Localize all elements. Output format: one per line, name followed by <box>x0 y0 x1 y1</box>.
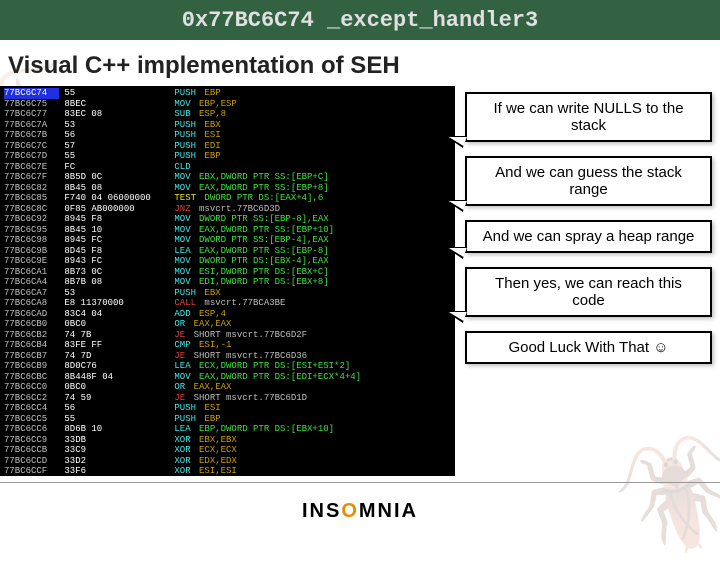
callout-3: And we can spray a heap range <box>465 220 712 253</box>
callout-pointer-icon <box>441 200 467 212</box>
callout-pointer-icon <box>441 247 467 259</box>
disasm-row: 77BC6CCF 33F6XOR ESI,ESI <box>4 466 451 476</box>
footer: INSOMNIA <box>0 482 720 540</box>
disasm-row: 77BC6C75 8BECMOV EBP,ESP <box>4 99 451 110</box>
callout-wrap: And we can spray a heap range <box>465 220 712 253</box>
disasm-row: 77BC6CA8 E8 11370000CALL msvcrt.77BCA3BE <box>4 298 451 309</box>
callout-wrap: Then yes, we can reach this code <box>465 267 712 317</box>
disasm-row: 77BC6C98 8945 FCMOV DWORD PTR SS:[EBP-4]… <box>4 235 451 246</box>
disasm-row: 77BC6C7E FCCLD <box>4 162 451 173</box>
disasm-row: 77BC6CA4 8B7B 08MOV EDI,DWORD PTR DS:[EB… <box>4 277 451 288</box>
slide-title: 0x77BC6C74 _except_handler3 <box>182 8 538 33</box>
disasm-row: 77BC6CC0 0BC0OR EAX,EAX <box>4 382 451 393</box>
disassembly-view: 77BC6C74 55PUSH EBP77BC6C75 8BECMOV EBP,… <box>0 86 455 476</box>
disasm-row: 77BC6CC6 8D6B 10LEA EBP,DWORD PTR DS:[EB… <box>4 424 451 435</box>
disasm-row: 77BC6C7D 55PUSH EBP <box>4 151 451 162</box>
disasm-row: 77BC6CC4 56PUSH ESI <box>4 403 451 414</box>
callout-5: Good Luck With That ☺ <box>465 331 712 364</box>
disasm-row: 77BC6CB9 8D0C76LEA ECX,DWORD PTR DS:[ESI… <box>4 361 451 372</box>
disasm-row: 77BC6C82 8B45 08MOV EAX,DWORD PTR SS:[EB… <box>4 183 451 194</box>
disasm-row: 77BC6CC5 55PUSH EBP <box>4 414 451 425</box>
disasm-row: 77BC6C74 55PUSH EBP <box>4 88 451 99</box>
disasm-row: 77BC6C77 83EC 08SUB ESP,8 <box>4 109 451 120</box>
disasm-row: 77BC6CB2 74 7BJE SHORT msvcrt.77BC6D2F <box>4 330 451 341</box>
callout-wrap: If we can write NULLS to the stack <box>465 92 712 142</box>
content-row: 77BC6C74 55PUSH EBP77BC6C75 8BECMOV EBP,… <box>0 86 720 476</box>
disasm-row: 77BC6C7A 53PUSH EBX <box>4 120 451 131</box>
disasm-row: 77BC6C7F 8B5D 0CMOV EBX,DWORD PTR SS:[EB… <box>4 172 451 183</box>
disasm-row: 77BC6C9B 8D45 F8LEA EAX,DWORD PTR SS:[EB… <box>4 246 451 257</box>
section-heading: Visual C++ implementation of SEH <box>0 40 720 86</box>
disasm-row: 77BC6CA1 8B73 0CMOV ESI,DWORD PTR DS:[EB… <box>4 267 451 278</box>
callout-pointer-icon <box>441 136 467 148</box>
disasm-row: 77BC6C92 8945 F8MOV DWORD PTR SS:[EBP-8]… <box>4 214 451 225</box>
disasm-row: 77BC6C7B 56PUSH ESI <box>4 130 451 141</box>
disasm-row: 77BC6C8C 0F85 AB000000JNZ msvcrt.77BC6D3… <box>4 204 451 215</box>
callout-wrap: And we can guess the stack range <box>465 156 712 206</box>
disasm-row: 77BC6C9E 8943 FCMOV DWORD PTR DS:[EBX-4]… <box>4 256 451 267</box>
disasm-row: 77BC6CC9 33DBXOR EBX,EBX <box>4 435 451 446</box>
callout-4: Then yes, we can reach this code <box>465 267 712 317</box>
callout-1: If we can write NULLS to the stack <box>465 92 712 142</box>
callout-pointer-icon <box>441 311 467 323</box>
disasm-row: 77BC6C85 F740 04 06000000TEST DWORD PTR … <box>4 193 451 204</box>
disasm-row: 77BC6CC2 74 59JE SHORT msvcrt.77BC6D1D <box>4 393 451 404</box>
callouts-column: If we can write NULLS to the stack And w… <box>455 86 720 364</box>
disasm-row: 77BC6CCD 33D2XOR EDX,EDX <box>4 456 451 467</box>
brand-logo: INSOMNIA <box>302 500 418 523</box>
callout-wrap: Good Luck With That ☺ <box>465 331 712 364</box>
disasm-row: 77BC6C7C 57PUSH EDI <box>4 141 451 152</box>
disasm-row: 77BC6CBC 8B448F 04MOV EAX,DWORD PTR DS:[… <box>4 372 451 383</box>
callout-2: And we can guess the stack range <box>465 156 712 206</box>
disasm-row: 77BC6CCB 33C9XOR ECX,ECX <box>4 445 451 456</box>
slide-title-bar: 0x77BC6C74 _except_handler3 <box>0 0 720 40</box>
disasm-row: 77BC6CB7 74 7DJE SHORT msvcrt.77BC6D36 <box>4 351 451 362</box>
disasm-row: 77BC6CB0 0BC0OR EAX,EAX <box>4 319 451 330</box>
disasm-row: 77BC6C95 8B45 10MOV EAX,DWORD PTR SS:[EB… <box>4 225 451 236</box>
disasm-row: 77BC6CB4 83FE FFCMP ESI,-1 <box>4 340 451 351</box>
disasm-row: 77BC6CA7 53PUSH EBX <box>4 288 451 299</box>
disasm-row: 77BC6CAD 83C4 04ADD ESP,4 <box>4 309 451 320</box>
